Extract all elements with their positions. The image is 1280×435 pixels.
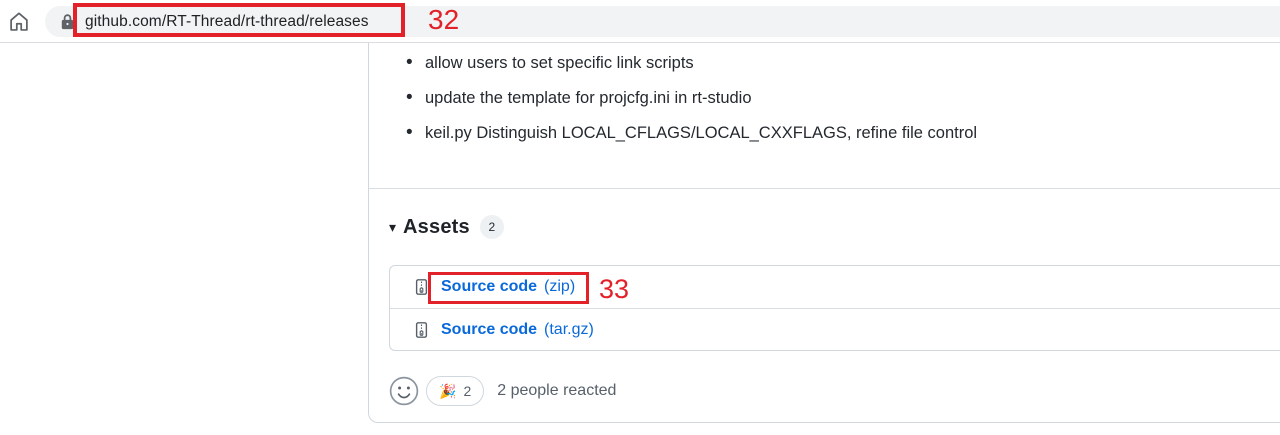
address-bar[interactable]: github.com/RT-Thread/rt-thread/releases (45, 6, 1280, 37)
release-note-item: allow users to set specific link scripts (425, 53, 1268, 74)
asset-link-name: Source code (441, 278, 537, 295)
asset-link-format: (tar.gz) (544, 321, 594, 338)
assets-box: Source code (zip) Source code (tar.gz) (389, 265, 1280, 351)
lock-icon[interactable] (61, 13, 74, 30)
release-notes-list: allow users to set specific link scripts… (425, 53, 1268, 158)
release-note-item: keil.py Distinguish LOCAL_CFLAGS/LOCAL_C… (425, 123, 1268, 144)
zip-annotation-number: 33 (599, 274, 629, 305)
assets-title: Assets (403, 216, 470, 239)
url-text: github.com/RT-Thread/rt-thread/releases (85, 13, 369, 31)
reactions-row: 🎉 2 2 people reacted (389, 376, 616, 406)
asset-row-targz: Source code (tar.gz) (390, 308, 1280, 350)
chevron-down-icon: ▾ (389, 220, 396, 234)
assets-toggle[interactable]: ▾ Assets 2 (389, 215, 504, 239)
asset-row-zip: Source code (zip) (390, 266, 1280, 308)
zip-file-icon (414, 278, 429, 296)
source-code-targz-link[interactable]: Source code (tar.gz) (441, 321, 594, 339)
reaction-tada-pill[interactable]: 🎉 2 (426, 376, 484, 406)
reaction-summary: 2 people reacted (497, 382, 616, 400)
home-button[interactable] (7, 9, 31, 33)
smiley-icon (389, 376, 419, 406)
tada-emoji-icon: 🎉 (439, 384, 456, 398)
asset-link-format: (zip) (544, 278, 575, 295)
add-reaction-button[interactable] (389, 376, 419, 406)
home-icon (8, 10, 30, 33)
url-annotation-number: 32 (428, 4, 459, 36)
zip-file-icon (414, 321, 429, 339)
source-code-zip-link[interactable]: Source code (zip) (441, 278, 575, 296)
browser-window: github.com/RT-Thread/rt-thread/releases … (0, 0, 1280, 435)
section-divider (369, 188, 1280, 189)
asset-link-name: Source code (441, 321, 537, 338)
assets-count-badge: 2 (480, 215, 504, 239)
browser-toolbar: github.com/RT-Thread/rt-thread/releases (0, 0, 1280, 43)
reaction-count: 2 (463, 383, 471, 399)
release-card: allow users to set specific link scripts… (368, 43, 1280, 423)
release-note-item: update the template for projcfg.ini in r… (425, 88, 1268, 109)
